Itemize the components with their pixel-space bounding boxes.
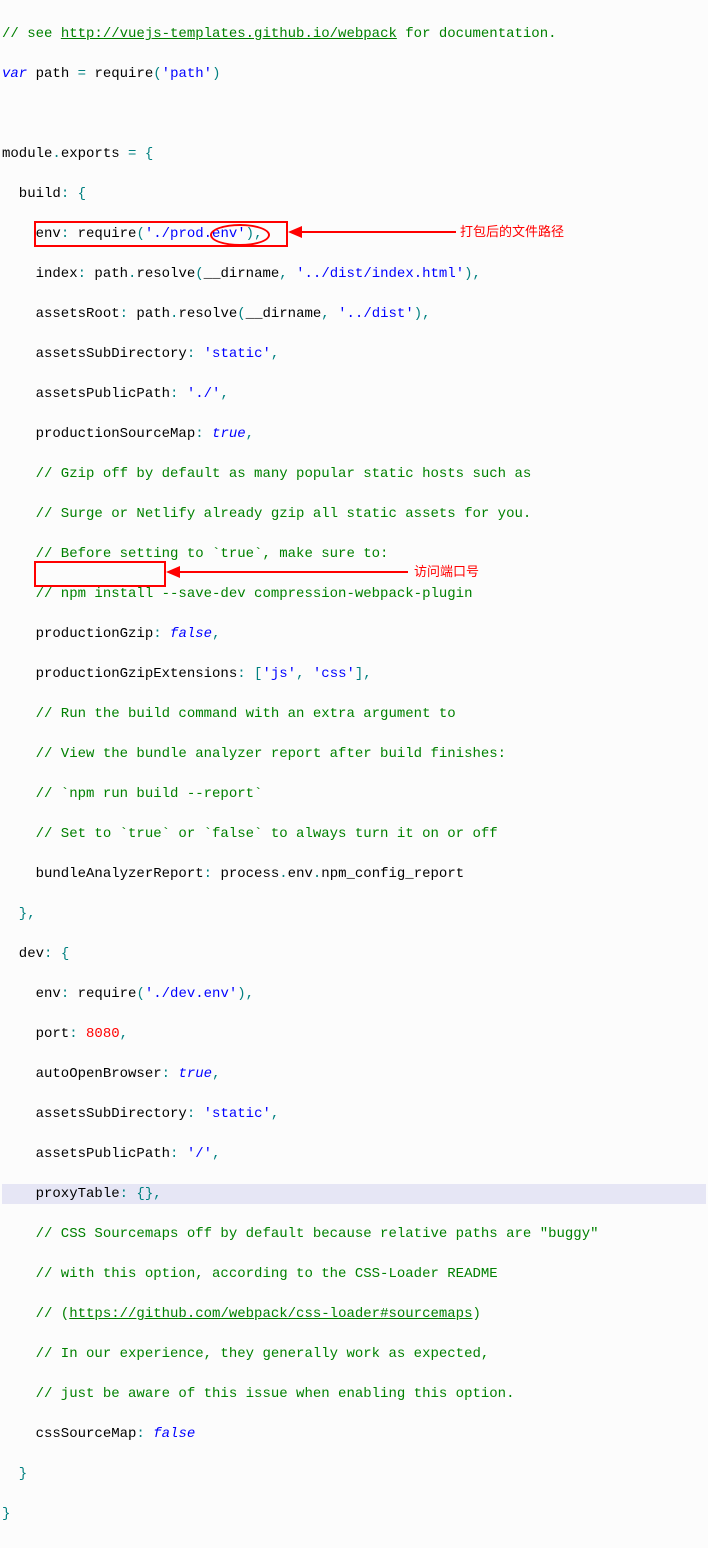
url-link[interactable]: http://vuejs-templates.github.io/webpack [61, 26, 397, 42]
code-line: // see http://vuejs-templates.github.io/… [2, 24, 706, 44]
code-line: assetsSubDirectory: 'static', [2, 1104, 706, 1124]
code-line: build: { [2, 184, 706, 204]
code-line: // Set to `true` or `false` to always tu… [2, 824, 706, 844]
code-line: assetsRoot: path.resolve(__dirname, '../… [2, 304, 706, 324]
code-line: index: path.resolve(__dirname, '../dist/… [2, 264, 706, 284]
code-line: // npm install --save-dev compression-we… [2, 584, 706, 604]
code-line: // Run the build command with an extra a… [2, 704, 706, 724]
annotation-text: 访问端口号 [414, 562, 479, 582]
code-line: dev: { [2, 944, 706, 964]
code-line: // Surge or Netlify already gzip all sta… [2, 504, 706, 524]
code-line: var path = require('path') [2, 64, 706, 84]
code-line: assetsPublicPath: '/', [2, 1144, 706, 1164]
code-line: }, [2, 904, 706, 924]
code-line: } [2, 1464, 706, 1484]
code-line: } [2, 1504, 706, 1524]
code-line: productionGzipExtensions: ['js', 'css'], [2, 664, 706, 684]
code-line: // Gzip off by default as many popular s… [2, 464, 706, 484]
code-line: autoOpenBrowser: true, [2, 1064, 706, 1084]
code-line: port: 8080, [2, 1024, 706, 1044]
code-line: // In our experience, they generally wor… [2, 1344, 706, 1364]
code-line: // Before setting to `true`, make sure t… [2, 544, 706, 564]
code-line: cssSourceMap: false [2, 1424, 706, 1444]
code-line: // `npm run build --report` [2, 784, 706, 804]
code-line: module.exports = { [2, 144, 706, 164]
code-line: productionGzip: false, [2, 624, 706, 644]
annotation-text: 打包后的文件路径 [460, 222, 564, 242]
code-block: // see http://vuejs-templates.github.io/… [0, 0, 708, 1548]
code-line: // just be aware of this issue when enab… [2, 1384, 706, 1404]
code-line: // with this option, according to the CS… [2, 1264, 706, 1284]
code-line: proxyTable: {}, [2, 1184, 706, 1204]
code-line: bundleAnalyzerReport: process.env.npm_co… [2, 864, 706, 884]
code-line: // View the bundle analyzer report after… [2, 744, 706, 764]
code-line: assetsPublicPath: './', [2, 384, 706, 404]
code-line: env: require('./dev.env'), [2, 984, 706, 1004]
url-link[interactable]: https://github.com/webpack/css-loader#so… [69, 1306, 472, 1322]
code-line: // (https://github.com/webpack/css-loade… [2, 1304, 706, 1324]
code-line: // CSS Sourcemaps off by default because… [2, 1224, 706, 1244]
code-line: assetsSubDirectory: 'static', [2, 344, 706, 364]
code-line: productionSourceMap: true, [2, 424, 706, 444]
code-line: env: require('./prod.env'), [2, 224, 706, 244]
